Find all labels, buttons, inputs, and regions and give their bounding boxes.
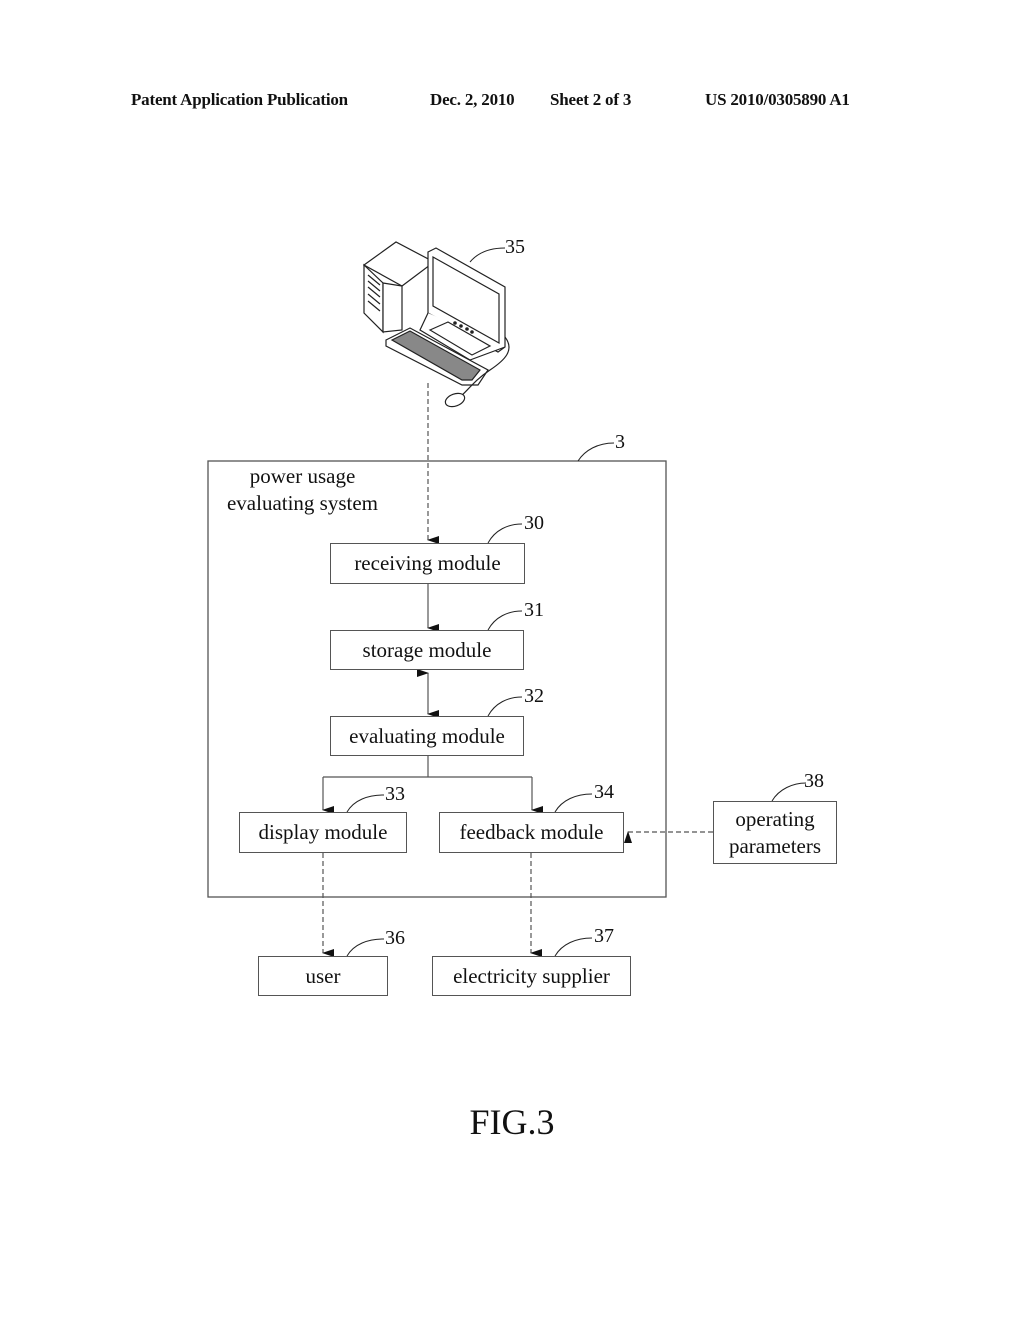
ref-feedback: 34 xyxy=(594,781,614,803)
ref-evaluating: 32 xyxy=(524,685,544,707)
ref-display: 33 xyxy=(385,783,405,805)
operating-parameters-box: operating parameters xyxy=(713,801,837,864)
feedback-module-label: feedback module xyxy=(459,820,604,844)
user-label: user xyxy=(305,963,341,988)
electricity-supplier-label: electricity supplier xyxy=(453,963,610,988)
feedback-module-box: feedback module xyxy=(439,812,624,853)
evaluating-module-label: evaluating module xyxy=(349,723,505,748)
operating-parameters-line2: parameters xyxy=(728,833,822,858)
ref-receiving: 30 xyxy=(524,512,544,534)
system-label-line1: power usage xyxy=(249,464,356,488)
display-module-box: display module xyxy=(239,812,407,853)
ref-parameters: 38 xyxy=(804,770,824,792)
receiving-module-box: receiving module xyxy=(330,543,525,584)
ref-user: 36 xyxy=(385,927,405,949)
evaluating-module-box: evaluating module xyxy=(330,716,524,756)
ref-storage: 31 xyxy=(524,599,544,621)
storage-module-label: storage module xyxy=(362,637,492,662)
user-box: user xyxy=(258,956,388,996)
storage-module-box: storage module xyxy=(330,630,524,670)
ref-supplier: 37 xyxy=(594,925,614,947)
operating-parameters-line1: operating xyxy=(735,806,815,831)
ref-system: 3 xyxy=(615,431,625,453)
ref-computer: 35 xyxy=(505,236,525,258)
electricity-supplier-box: electricity supplier xyxy=(432,956,631,996)
desktop-computer-icon xyxy=(362,241,510,408)
receiving-module-label: receiving module xyxy=(354,551,501,575)
system-label: power usage evaluating system xyxy=(210,463,395,517)
figure-label: FIG.3 xyxy=(469,1102,555,1142)
system-label-line2: evaluating system xyxy=(226,491,379,515)
patent-sheet: Patent Application Publication Dec. 2, 2… xyxy=(0,0,1024,1320)
display-module-label: display module xyxy=(258,820,388,844)
